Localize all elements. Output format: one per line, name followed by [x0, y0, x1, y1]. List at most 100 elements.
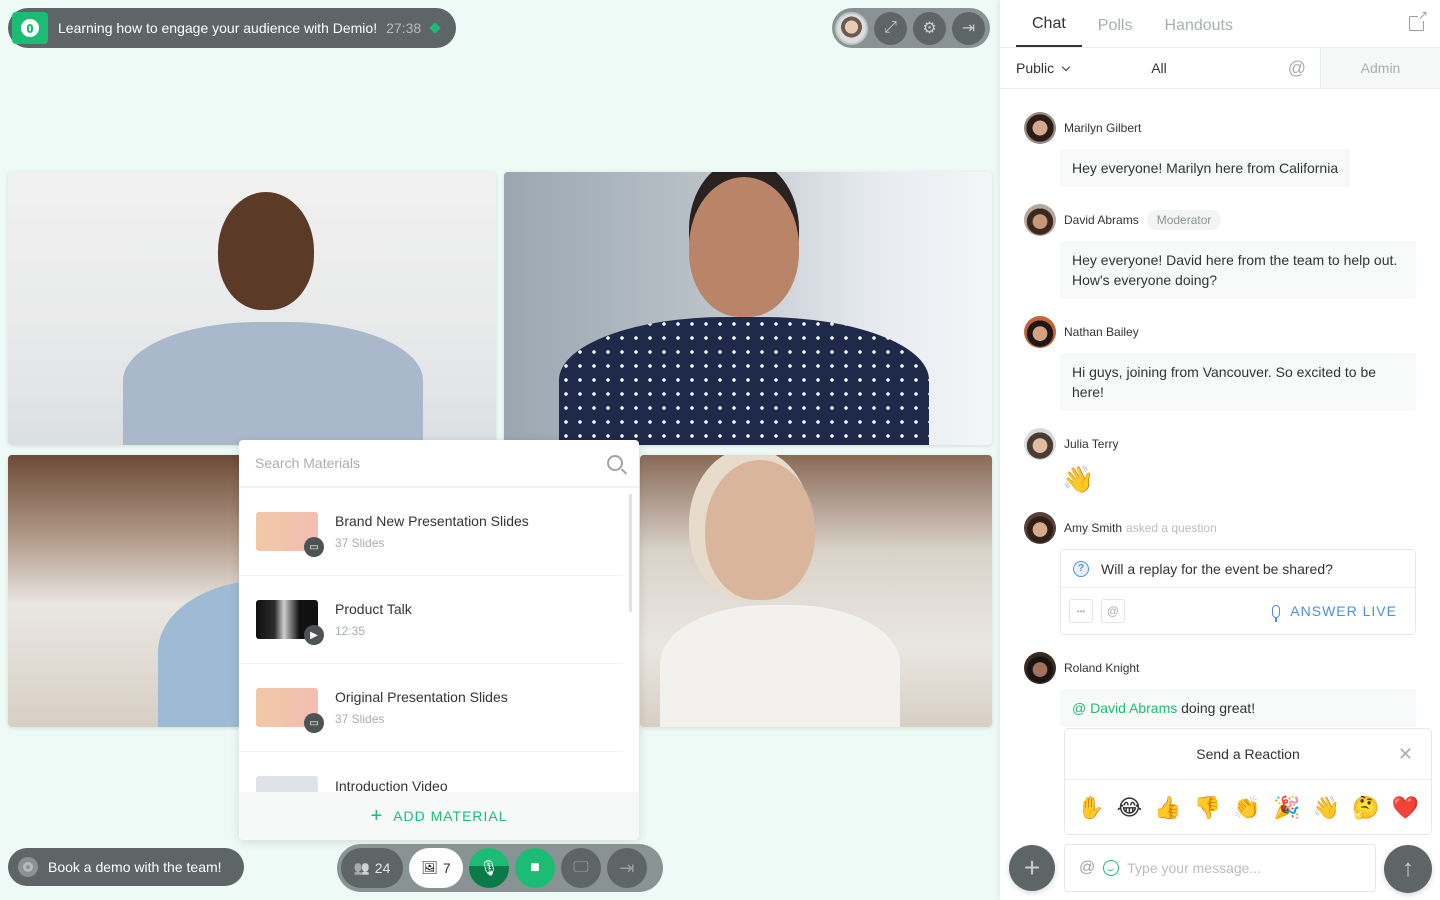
mention-icon[interactable]: @ [1079, 859, 1095, 877]
book-demo-button[interactable]: Book a demo with the team! [8, 848, 244, 886]
answer-live-label: ANSWER LIVE [1290, 603, 1397, 619]
chat-messages: Marilyn Gilbert Hey everyone! Marilyn he… [1000, 111, 1440, 727]
reaction-party[interactable]: 🎉 [1273, 795, 1300, 821]
reaction-thumbs-down[interactable]: 👎 [1194, 795, 1221, 821]
settings-button[interactable]: ⚙ [913, 11, 946, 45]
video-tile[interactable] [640, 455, 992, 727]
answer-live-button[interactable]: ANSWER LIVE [1272, 603, 1397, 622]
materials-icon: 🖼 [421, 860, 438, 875]
attendees-count: 24 [374, 860, 391, 876]
leave-icon: ⇥ [619, 857, 635, 878]
materials-panel: ▭ Brand New Presentation Slides 37 Slide… [239, 440, 639, 840]
chat-message: David Abrams Moderator Hey everyone! Dav… [1024, 203, 1416, 299]
participant-body [660, 605, 900, 727]
more-options-button[interactable]: ••• [1069, 599, 1093, 623]
participant-head [705, 460, 815, 600]
video-tile[interactable] [8, 172, 496, 445]
reaction-thumbs-up[interactable]: 👍 [1154, 795, 1181, 821]
materials-button[interactable]: 🖼 7 [409, 848, 463, 888]
composer-add-button[interactable]: + [1009, 845, 1055, 891]
tab-polls[interactable]: Polls [1082, 17, 1149, 47]
close-icon[interactable]: ✕ [1398, 745, 1413, 763]
material-item[interactable]: ▭ Original Presentation Slides 37 Slides [239, 664, 623, 752]
tab-handouts[interactable]: Handouts [1148, 17, 1249, 47]
mention-link[interactable]: @ David Abrams [1072, 700, 1177, 716]
exit-stage-button[interactable]: ⇥ [952, 11, 985, 45]
screen-share-off-icon: 🖵 [573, 859, 589, 876]
material-title: Product Talk [335, 601, 412, 617]
send-button[interactable]: ↑ [1384, 845, 1432, 893]
material-item[interactable]: Introduction Video [239, 752, 623, 792]
material-thumbnail: ▶ [256, 600, 324, 645]
materials-search-input[interactable] [255, 455, 607, 471]
live-indicator-icon [429, 22, 441, 34]
microphone-button[interactable]: 🎙 [469, 848, 509, 888]
material-thumbnail: ▭ [256, 512, 324, 557]
chat-message: Roland Knight @ David Abrams doing great… [1024, 651, 1416, 727]
material-title: Brand New Presentation Slides [335, 513, 529, 529]
message-author: Nathan Bailey [1064, 325, 1139, 339]
emoji-icon[interactable] [1103, 860, 1120, 876]
materials-count: 7 [442, 860, 451, 876]
reaction-title: Send a Reaction [1196, 746, 1300, 762]
material-title: Original Presentation Slides [335, 689, 508, 705]
expand-button[interactable]: ⤢ [874, 11, 907, 45]
tab-chat[interactable]: Chat [1016, 15, 1082, 47]
audience-dropdown[interactable]: Public [1000, 60, 1120, 76]
reaction-thinking[interactable]: 🤔 [1352, 795, 1379, 821]
participant-head [689, 177, 799, 317]
participant-head [218, 192, 314, 310]
exit-icon: ⇥ [961, 20, 976, 37]
screen-share-button[interactable]: 🖵 [561, 848, 601, 888]
chat-filter-bar: Public All @ Admin [1000, 47, 1440, 89]
mentions-filter-icon[interactable]: @ [1198, 58, 1320, 79]
demio-logo-icon [12, 12, 48, 44]
chat-message: Julia Terry 👋 [1024, 427, 1416, 495]
session-timer: 27:38 [386, 20, 422, 36]
plus-icon: + [370, 804, 384, 827]
question-card: ? Will a replay for the event be shared?… [1060, 549, 1416, 635]
reaction-heart[interactable]: ❤️ [1391, 795, 1418, 821]
chevron-down-icon [1061, 62, 1071, 71]
message-text: Hi guys, joining from Vancouver. So exci… [1060, 353, 1416, 411]
people-icon: 👥 [353, 860, 370, 875]
reaction-raised-hand[interactable]: ✋ [1077, 795, 1104, 821]
add-material-button[interactable]: + ADD MATERIAL [239, 792, 639, 840]
filter-admin[interactable]: Admin [1320, 48, 1440, 88]
message-input[interactable] [1127, 860, 1375, 876]
message-text: @ David Abrams doing great! [1060, 689, 1416, 727]
materials-search-bar [239, 440, 639, 488]
popout-icon[interactable] [1409, 9, 1428, 31]
attendees-button[interactable]: 👥 24 [341, 848, 403, 888]
search-icon[interactable] [607, 455, 623, 471]
leave-button[interactable]: ⇥ [607, 848, 647, 888]
reaction-list: ✋ 😂 👍 👎 👏 🎉 👋 🤔 ❤️ [1065, 780, 1431, 835]
reaction-panel: Send a Reaction ✕ ✋ 😂 👍 👎 👏 🎉 👋 🤔 ❤️ [1064, 728, 1432, 835]
session-title: Learning how to engage your audience wit… [58, 20, 378, 36]
materials-scrollbar[interactable] [629, 494, 632, 612]
avatar [1024, 316, 1056, 348]
message-text: Hey everyone! Marilyn here from Californ… [1060, 149, 1351, 187]
camera-button[interactable]: ■ [515, 848, 555, 888]
reaction-clap[interactable]: 👏 [1233, 795, 1260, 821]
microphone-icon [1272, 604, 1281, 622]
message-composer: @ [1064, 844, 1376, 892]
message-emoji: 👋 [1062, 464, 1095, 494]
material-title: Introduction Video [335, 778, 448, 792]
plus-icon: + [1023, 852, 1041, 883]
gear-icon: ⚙ [922, 20, 937, 37]
video-tile[interactable] [504, 172, 992, 445]
control-bar: 👥 24 🖼 7 🎙 ■ 🖵 ⇥ [337, 844, 663, 892]
reaction-wave[interactable]: 👋 [1312, 795, 1339, 821]
material-item[interactable]: ▭ Brand New Presentation Slides 37 Slide… [239, 488, 623, 576]
material-item[interactable]: ▶ Product Talk 12:35 [239, 576, 623, 664]
reaction-laughing[interactable]: 😂 [1117, 795, 1143, 821]
material-subtitle: 37 Slides [335, 712, 385, 726]
presentation-icon: ▭ [304, 713, 324, 733]
filter-all[interactable]: All [1120, 60, 1198, 76]
avatar [1024, 652, 1056, 684]
self-camera-avatar[interactable] [835, 11, 868, 45]
mention-reply-button[interactable]: @ [1101, 599, 1125, 623]
arrow-up-icon: ↑ [1402, 855, 1414, 882]
message-text: Hey everyone! David here from the team t… [1060, 241, 1416, 299]
